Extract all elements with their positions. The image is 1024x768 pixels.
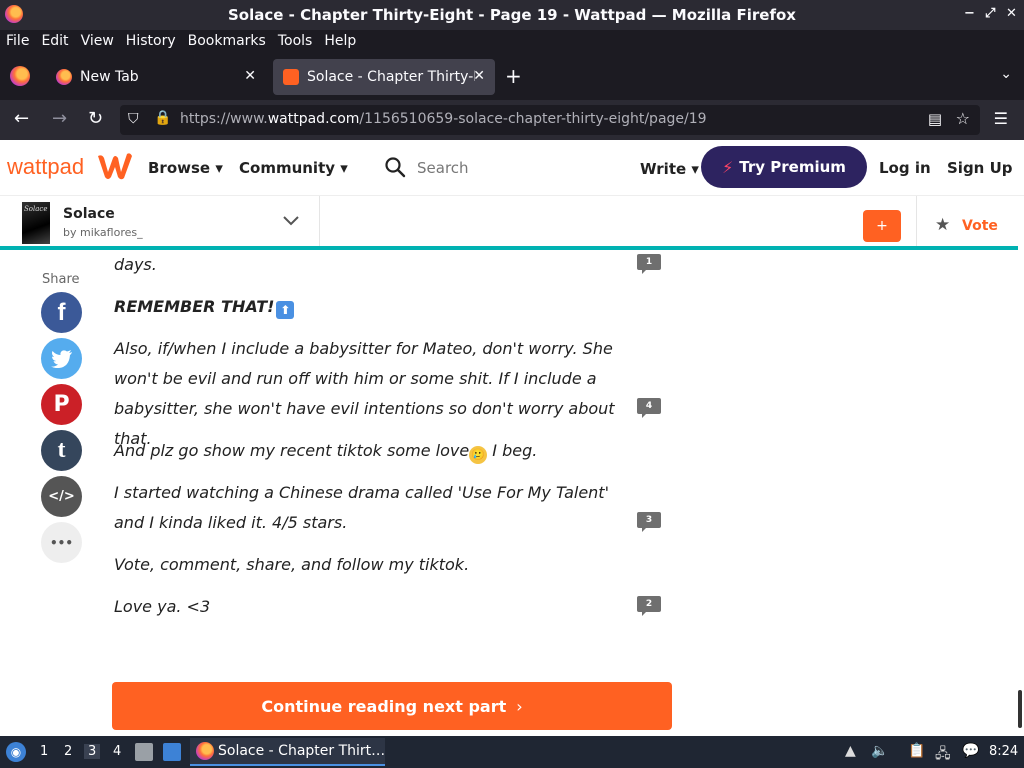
app-menu-icon[interactable]: ☰ bbox=[994, 109, 1008, 128]
pinterest-icon[interactable]: P bbox=[41, 384, 82, 425]
url-bar[interactable]: ⛉ 🔒 https://www.wattpad.com/1156510659-s… bbox=[120, 105, 980, 135]
wattpad-header: wattpad Browse ▾ Community ▾ Search Writ… bbox=[0, 140, 1024, 196]
comment-count-icon[interactable]: 2 bbox=[637, 596, 661, 616]
system-taskbar: ◉ 1 2 3 4 Solace - Chapter Thirt… ▲ 🔈 📋 … bbox=[0, 736, 1024, 768]
chevron-right-icon: › bbox=[516, 696, 523, 716]
window-title: Solace - Chapter Thirty-Eight - Page 19 … bbox=[228, 6, 796, 24]
menu-history[interactable]: History bbox=[126, 33, 176, 49]
tab-new-tab[interactable]: New Tab ✕ bbox=[46, 59, 266, 95]
tab-close-icon[interactable]: ✕ bbox=[244, 68, 256, 84]
firefox-logo-icon bbox=[196, 742, 214, 760]
clipboard-icon[interactable]: 📋 bbox=[908, 743, 925, 759]
comment-count-icon[interactable]: 3 bbox=[637, 512, 661, 532]
workspace-3[interactable]: 3 bbox=[84, 744, 101, 759]
story-cover-image[interactable]: Solace bbox=[22, 202, 50, 244]
story-paragraph: Love ya. <3 bbox=[114, 597, 211, 616]
file-manager-icon[interactable] bbox=[135, 743, 153, 761]
reader-view-icon[interactable]: ▤ bbox=[928, 110, 942, 128]
share-label: Share bbox=[42, 272, 80, 287]
menu-edit[interactable]: Edit bbox=[41, 33, 68, 49]
more-options-icon[interactable]: ••• bbox=[41, 522, 82, 563]
show-desktop-icon[interactable] bbox=[163, 743, 181, 761]
smiling-tear-emoji-icon: 🥲 bbox=[469, 446, 488, 464]
divider bbox=[319, 196, 320, 246]
wattpad-favicon-icon bbox=[283, 69, 299, 85]
reload-icon[interactable]: ↻ bbox=[88, 108, 103, 129]
close-icon[interactable]: ✕ bbox=[1006, 6, 1017, 21]
chevron-down-icon[interactable] bbox=[281, 214, 301, 228]
start-menu-icon[interactable]: ◉ bbox=[6, 742, 26, 762]
comment-count-icon[interactable]: 1 bbox=[637, 254, 661, 274]
notification-icon[interactable]: 💬 bbox=[962, 743, 979, 759]
maximize-icon[interactable]: ⤢ bbox=[985, 6, 995, 21]
twitter-icon[interactable] bbox=[41, 338, 82, 379]
add-to-library-button[interactable]: + bbox=[863, 210, 901, 242]
menu-bar: File Edit View History Bookmarks Tools H… bbox=[0, 30, 1024, 52]
story-header: Solace Solace by mikaflores_ + ★ Vote bbox=[0, 196, 1024, 252]
tumblr-icon[interactable]: t bbox=[41, 430, 82, 471]
continue-reading-button[interactable]: Continue reading next part › bbox=[112, 682, 672, 730]
story-title[interactable]: Solace bbox=[63, 206, 115, 222]
story-paragraph: I started watching a Chinese drama calle… bbox=[114, 483, 609, 532]
workspace-4[interactable]: 4 bbox=[113, 744, 121, 759]
lock-icon[interactable]: 🔒 bbox=[154, 110, 171, 126]
wattpad-w-logo-icon[interactable] bbox=[96, 150, 134, 182]
new-tab-plus-icon[interactable]: + bbox=[505, 64, 522, 88]
forward-arrow-icon[interactable]: → bbox=[52, 108, 67, 129]
divider bbox=[916, 196, 917, 246]
update-icon[interactable]: ▲ bbox=[845, 743, 856, 759]
tab-label: Solace - Chapter Thirty-E bbox=[307, 69, 475, 85]
firefox-logo-icon bbox=[5, 5, 23, 23]
story-paragraph: Vote, comment, share, and follow my tikt… bbox=[114, 555, 470, 574]
try-premium-button[interactable]: ⚡ Try Premium bbox=[701, 146, 867, 188]
clock: 8:24 bbox=[989, 744, 1019, 759]
list-all-tabs-chevron-icon[interactable]: ⌄ bbox=[1000, 66, 1012, 82]
menu-tools[interactable]: Tools bbox=[278, 33, 313, 49]
signup-link[interactable]: Sign Up bbox=[947, 159, 1013, 177]
url-text[interactable]: https://www.wattpad.com/1156510659-solac… bbox=[180, 111, 707, 127]
star-icon[interactable]: ★ bbox=[935, 215, 950, 235]
menu-help[interactable]: Help bbox=[324, 33, 356, 49]
vote-button[interactable]: Vote bbox=[962, 218, 998, 234]
menu-file[interactable]: File bbox=[6, 33, 29, 49]
browse-menu[interactable]: Browse ▾ bbox=[148, 159, 223, 177]
facebook-icon[interactable]: f bbox=[41, 292, 82, 333]
tab-solace[interactable]: Solace - Chapter Thirty-E ✕ bbox=[273, 59, 495, 95]
login-link[interactable]: Log in bbox=[879, 159, 931, 177]
minimize-icon[interactable]: − bbox=[964, 6, 975, 21]
window-titlebar: Solace - Chapter Thirty-Eight - Page 19 … bbox=[0, 0, 1024, 30]
navigation-bar: ← → ↻ ⛉ 🔒 https://www.wattpad.com/115651… bbox=[0, 100, 1024, 140]
network-icon[interactable]: 🖧 bbox=[935, 743, 951, 767]
comment-count-icon[interactable]: 4 bbox=[637, 398, 661, 418]
embed-code-icon[interactable]: </> bbox=[41, 476, 82, 517]
volume-icon[interactable]: 🔈 bbox=[871, 743, 888, 759]
workspace-1[interactable]: 1 bbox=[40, 744, 48, 759]
lightning-bolt-icon: ⚡ bbox=[722, 157, 734, 177]
search-icon[interactable] bbox=[384, 156, 406, 178]
tab-close-icon[interactable]: ✕ bbox=[473, 68, 485, 84]
tab-bar: New Tab ✕ Solace - Chapter Thirty-E ✕ + … bbox=[0, 52, 1024, 100]
story-author[interactable]: by mikaflores_ bbox=[63, 226, 143, 239]
up-arrow-emoji-icon: ⬆ bbox=[276, 301, 295, 319]
page-scrollbar[interactable] bbox=[1018, 690, 1022, 728]
firefox-favicon-icon bbox=[56, 69, 72, 85]
menu-bookmarks[interactable]: Bookmarks bbox=[188, 33, 266, 49]
story-paragraph: And plz go show my recent tiktok some lo… bbox=[114, 436, 634, 466]
story-paragraph: days. bbox=[114, 255, 157, 274]
community-menu[interactable]: Community ▾ bbox=[239, 159, 348, 177]
workspace-2[interactable]: 2 bbox=[64, 744, 72, 759]
tab-label: New Tab bbox=[80, 69, 139, 85]
search-input[interactable]: Search bbox=[417, 159, 469, 177]
bookmark-star-icon[interactable]: ☆ bbox=[956, 109, 970, 128]
wattpad-logo[interactable]: wattpad bbox=[7, 154, 84, 180]
firefox-view-icon[interactable] bbox=[10, 66, 30, 86]
menu-view[interactable]: View bbox=[81, 33, 114, 49]
story-paragraph: REMEMBER THAT! ⬆ bbox=[114, 292, 634, 322]
back-arrow-icon[interactable]: ← bbox=[14, 108, 29, 129]
taskbar-firefox-window[interactable]: Solace - Chapter Thirt… bbox=[190, 738, 385, 766]
write-menu[interactable]: Write ▾ bbox=[640, 160, 699, 178]
tracking-shield-icon[interactable]: ⛉ bbox=[128, 111, 139, 127]
